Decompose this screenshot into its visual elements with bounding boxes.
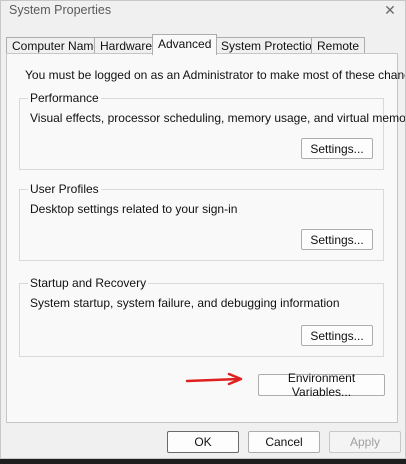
user-profiles-group-title: User Profiles bbox=[28, 182, 101, 196]
red-arrow-annotation-icon bbox=[185, 372, 243, 386]
startup-recovery-settings-button[interactable]: Settings... bbox=[301, 325, 373, 346]
tab-strip: Computer Name Hardware Advanced System P… bbox=[6, 34, 405, 55]
performance-group: Performance Visual effects, processor sc… bbox=[19, 91, 405, 170]
system-properties-window: System Properties ✕ Computer Name Hardwa… bbox=[0, 0, 406, 459]
tab-computer-name[interactable]: Computer Name bbox=[6, 37, 107, 54]
apply-button[interactable]: Apply bbox=[329, 431, 401, 453]
ok-button[interactable]: OK bbox=[167, 431, 239, 453]
user-profiles-group: User Profiles Desktop settings related t… bbox=[19, 182, 384, 261]
close-icon[interactable]: ✕ bbox=[381, 1, 399, 19]
tab-hardware[interactable]: Hardware bbox=[94, 37, 159, 54]
cancel-button[interactable]: Cancel bbox=[248, 431, 320, 453]
performance-group-title: Performance bbox=[28, 91, 101, 105]
tab-system-protection[interactable]: System Protection bbox=[215, 37, 325, 54]
advanced-tab-panel: You must be logged on as an Administrato… bbox=[6, 53, 405, 423]
admin-notice: You must be logged on as an Administrato… bbox=[25, 68, 406, 82]
performance-description: Visual effects, processor scheduling, me… bbox=[30, 111, 406, 125]
startup-recovery-description: System startup, system failure, and debu… bbox=[30, 296, 340, 310]
startup-recovery-group: Startup and Recovery System startup, sys… bbox=[19, 276, 384, 357]
user-profiles-settings-button[interactable]: Settings... bbox=[301, 229, 373, 250]
tab-advanced[interactable]: Advanced bbox=[152, 34, 218, 55]
performance-settings-button[interactable]: Settings... bbox=[301, 138, 373, 159]
title-bar: System Properties ✕ bbox=[1, 1, 405, 25]
startup-recovery-group-title: Startup and Recovery bbox=[28, 276, 149, 290]
window-title: System Properties bbox=[9, 3, 112, 17]
environment-variables-button[interactable]: Environment Variables... bbox=[258, 371, 385, 399]
user-profiles-description: Desktop settings related to your sign-in bbox=[30, 202, 238, 216]
tab-remote[interactable]: Remote bbox=[311, 37, 366, 54]
